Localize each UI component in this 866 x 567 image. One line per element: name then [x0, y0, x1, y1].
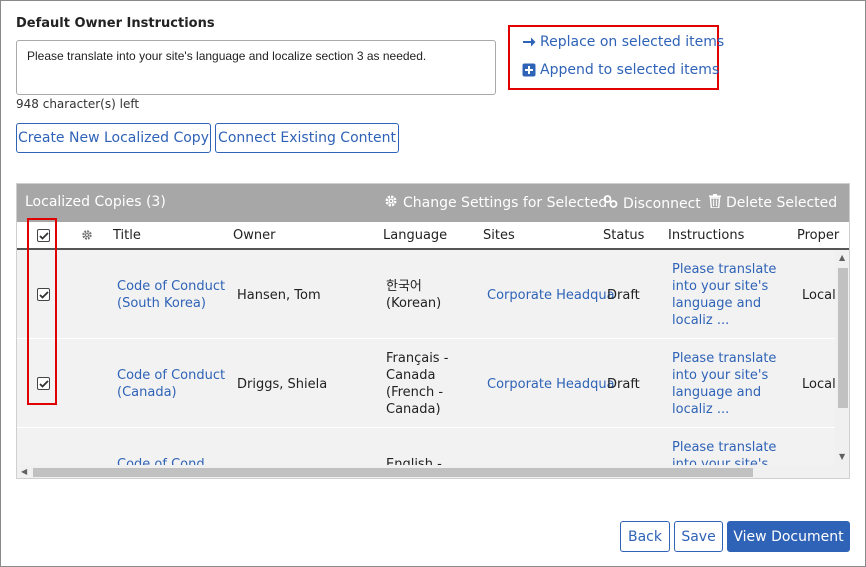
horizontal-scrollbar[interactable]: ◀ — [17, 465, 849, 478]
grid-column-header: Title Owner Language Sites Status Instru… — [17, 222, 849, 250]
row-language: 한국어 (Korean) — [386, 278, 441, 312]
table-row[interactable]: Code of Conduct (South Korea) Hansen, To… — [17, 250, 835, 339]
row-title-link[interactable]: Code of Cond... — [117, 456, 217, 465]
append-to-selected-label: Append to selected items — [540, 62, 720, 78]
column-header-status[interactable]: Status — [603, 228, 644, 243]
row-instructions-line: localiz ... — [672, 402, 730, 417]
table-row[interactable]: Code of Conduct (Canada) Driggs, Shiela … — [17, 339, 835, 428]
row-instructions-line: into your site's — [672, 368, 769, 383]
vertical-scroll-thumb[interactable] — [838, 268, 848, 408]
delete-selected-label: Delete Selected — [726, 195, 838, 211]
column-header-title[interactable]: Title — [113, 228, 141, 243]
arrow-right-icon — [522, 35, 536, 49]
table-row[interactable]: Code of Cond... English - Please transla… — [17, 428, 835, 465]
row-language-line: 한국어 — [386, 279, 422, 294]
row-owner: Driggs, Shiela — [237, 377, 328, 392]
plus-square-icon — [522, 63, 536, 77]
row-language: English - — [386, 457, 442, 465]
scroll-up-arrow-icon[interactable]: ▲ — [839, 253, 845, 262]
column-header-owner[interactable]: Owner — [233, 228, 275, 243]
row-language-line: Canada) — [386, 402, 441, 417]
save-button[interactable]: Save — [674, 521, 723, 552]
row-instructions-line: Please translate — [672, 440, 777, 455]
column-header-sites[interactable]: Sites — [483, 228, 515, 243]
row-title-link[interactable]: Code of Conduct (Canada) — [117, 367, 225, 401]
row-site-link[interactable]: Corporate Headqua — [487, 287, 615, 304]
row-instructions-line: Please translate — [672, 351, 777, 366]
instruction-actions-panel: Replace on selected items Append to sele… — [508, 25, 724, 90]
owner-instructions-label: Default Owner Instructions — [16, 16, 215, 31]
row-instructions-line: into your site's — [672, 457, 769, 465]
column-header-properties[interactable]: Proper — [797, 228, 839, 243]
localized-copies-grid: Localized Copies (3) Change Settings for… — [16, 183, 850, 479]
row-instructions-link[interactable]: Please translate into your site's langua… — [672, 261, 776, 329]
row-language: Français - Canada (French - Canada) — [386, 350, 448, 418]
row-language-line: Canada — [386, 368, 436, 383]
replace-on-selected-label: Replace on selected items — [540, 34, 725, 50]
disconnect-button[interactable]: Disconnect — [603, 194, 701, 213]
append-to-selected-link[interactable]: Append to selected items — [522, 62, 719, 78]
link-icon — [603, 194, 618, 213]
scroll-down-arrow-icon[interactable]: ▼ — [839, 452, 845, 461]
row-title-line: (South Korea) — [117, 296, 206, 311]
row-title-line: Code of Conduct — [117, 279, 226, 294]
row-instructions-link[interactable]: Please translate into your site's — [672, 439, 776, 465]
row-instructions-line: localiz ... — [672, 313, 730, 328]
back-button[interactable]: Back — [620, 521, 670, 552]
row-language-line: (French - — [386, 385, 444, 400]
disconnect-label: Disconnect — [623, 195, 701, 212]
row-language-line: (Korean) — [386, 296, 442, 311]
row-owner: Hansen, Tom — [237, 288, 321, 303]
create-localized-copy-button[interactable]: Create New Localized Copy — [16, 123, 211, 153]
trash-icon — [709, 194, 721, 212]
row-status: Draft — [607, 288, 640, 303]
owner-instructions-textarea[interactable]: Please translate into your site's langua… — [16, 40, 496, 95]
row-instructions-line: Please translate — [672, 262, 777, 277]
row-site-link[interactable]: Corporate Headqua — [487, 376, 615, 393]
column-header-language[interactable]: Language — [383, 228, 447, 243]
delete-selected-button[interactable]: Delete Selected — [709, 194, 837, 212]
chars-left-counter: 948 character(s) left — [16, 97, 140, 111]
checkbox-column-highlight — [27, 218, 57, 405]
change-settings-button[interactable]: Change Settings for Selected — [384, 194, 607, 212]
row-language-line: Français - — [386, 351, 449, 366]
horizontal-scroll-thumb[interactable] — [33, 468, 753, 477]
view-document-button[interactable]: View Document — [727, 521, 850, 552]
row-title-line: (Canada) — [117, 385, 177, 400]
replace-on-selected-link[interactable]: Replace on selected items — [522, 34, 724, 50]
connect-existing-content-button[interactable]: Connect Existing Content — [215, 123, 399, 153]
column-header-instructions[interactable]: Instructions — [668, 228, 744, 243]
row-status: Draft — [607, 377, 640, 392]
grid-title: Localized Copies (3) — [25, 194, 166, 210]
grid-toolbar: Localized Copies (3) Change Settings for… — [17, 184, 849, 222]
row-title-line: Code of Conduct — [117, 368, 226, 383]
row-title-link[interactable]: Code of Conduct (South Korea) — [117, 278, 225, 312]
row-instructions-line: into your site's — [672, 279, 769, 294]
vertical-scrollbar[interactable]: ▲ ▼ — [835, 250, 849, 465]
row-instructions-line: language and — [672, 296, 762, 311]
column-settings-gear-icon[interactable] — [81, 229, 93, 245]
row-properties: Locali — [802, 288, 835, 303]
row-properties: Locali — [802, 377, 835, 392]
row-instructions-link[interactable]: Please translate into your site's langua… — [672, 350, 776, 418]
gear-icon — [384, 194, 398, 212]
scroll-left-arrow-icon[interactable]: ◀ — [21, 467, 27, 476]
grid-rows: Code of Conduct (South Korea) Hansen, To… — [17, 250, 835, 465]
row-instructions-line: language and — [672, 385, 762, 400]
change-settings-label: Change Settings for Selected — [403, 195, 608, 211]
